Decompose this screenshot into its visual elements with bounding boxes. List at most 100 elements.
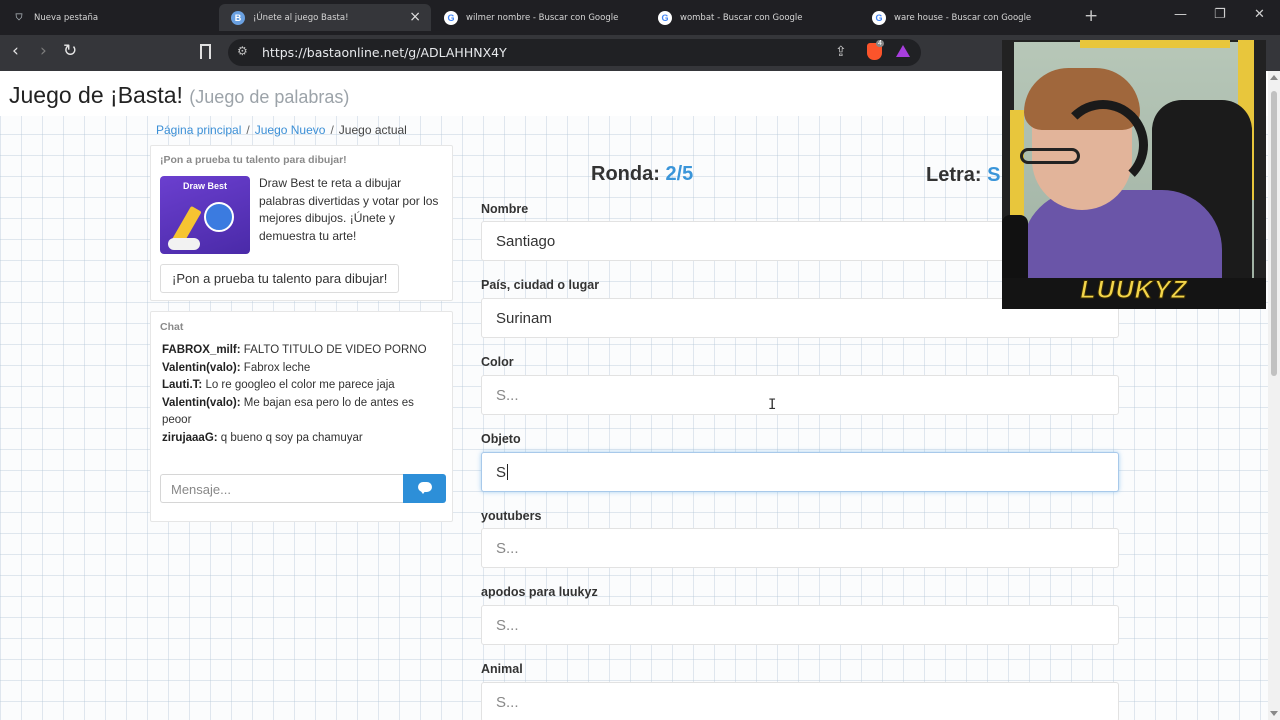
- chat-text: Fabrox leche: [240, 361, 311, 374]
- field-value-wrap: S: [496, 464, 509, 481]
- tab-wilmer[interactable]: G wilmer nombre - Buscar con Google: [432, 4, 644, 31]
- breadcrumb-home-link[interactable]: Página principal: [156, 123, 241, 137]
- site-subtitle: (Juego de palabras): [189, 87, 350, 107]
- breadcrumb-new-game-link[interactable]: Juego Nuevo: [255, 123, 326, 137]
- streamer-name: LUUKYZ: [1080, 276, 1188, 305]
- ad-image-label: Draw Best: [182, 181, 227, 191]
- tab-wombat[interactable]: G wombat - Buscar con Google: [646, 4, 858, 31]
- scroll-down-icon[interactable]: [1270, 711, 1278, 716]
- page-scrollbar[interactable]: [1268, 71, 1280, 720]
- chat-username: Valentin(valo):: [162, 361, 241, 374]
- chat-username: zirujaaaG:: [162, 431, 218, 444]
- tab-title: ¡Únete al juego Basta!: [253, 12, 349, 23]
- field-placeholder: S...: [496, 694, 519, 711]
- chat-heading: Chat: [160, 321, 184, 333]
- chat-input-placeholder: Mensaje...: [171, 482, 231, 497]
- scroll-up-icon[interactable]: [1270, 75, 1278, 80]
- close-icon[interactable]: ×: [409, 9, 421, 25]
- swirl-icon: [204, 202, 234, 232]
- reload-icon[interactable]: ↻: [63, 41, 77, 61]
- draw-best-button[interactable]: ¡Pon a prueba tu talento para dibujar!: [160, 264, 400, 293]
- close-window-icon[interactable]: ✕: [1254, 7, 1265, 22]
- comment-icon: [418, 482, 432, 494]
- tab-ware-house[interactable]: G ware house - Buscar con Google: [860, 4, 1072, 31]
- google-icon: G: [444, 10, 458, 25]
- letter-label: Letra:: [926, 164, 982, 186]
- objeto-input[interactable]: S: [481, 452, 1119, 492]
- maximize-icon[interactable]: ❐: [1214, 7, 1226, 22]
- share-icon[interactable]: ⇪: [835, 43, 847, 60]
- field-placeholder: S...: [496, 387, 519, 404]
- chat-message: zirujaaaG: q bueno q soy pa chamuyar: [162, 430, 437, 448]
- new-tab-button[interactable]: +: [1084, 6, 1098, 26]
- google-icon: G: [658, 10, 672, 25]
- shield-icon: ⛉: [15, 12, 23, 22]
- cloud-icon: [168, 238, 200, 250]
- tab-title: wombat - Buscar con Google: [680, 12, 803, 23]
- chat-username: Lauti.T:: [162, 379, 203, 392]
- chat-send-button[interactable]: [403, 474, 446, 503]
- site-title-text: Juego de ¡Basta!: [9, 82, 183, 108]
- animal-input[interactable]: S...: [481, 682, 1119, 720]
- youtubers-input[interactable]: S...: [481, 528, 1119, 568]
- url-text[interactable]: https://bastaonline.net/g/ADLAHHNX4Y: [262, 45, 507, 60]
- chat-message: Valentin(valo): Me bajan esa pero lo de …: [162, 395, 437, 430]
- minimize-icon[interactable]: —: [1174, 7, 1187, 22]
- ad-description: Draw Best te reta a dibujar palabras div…: [259, 176, 439, 243]
- apodos-input[interactable]: S...: [481, 605, 1119, 645]
- chat-username: Valentin(valo):: [162, 396, 241, 409]
- brave-shields-icon[interactable]: 4: [867, 40, 884, 60]
- tab-basta[interactable]: B ¡Únete al juego Basta! ×: [219, 4, 431, 31]
- forward-icon[interactable]: ›: [40, 41, 47, 61]
- tab-title: ware house - Buscar con Google: [894, 12, 1032, 23]
- headphones: [1058, 100, 1148, 190]
- site-settings-icon[interactable]: ⚙: [237, 44, 248, 58]
- field-label-nombre: Nombre: [481, 202, 529, 216]
- chat-text: q bueno q soy pa chamuyar: [217, 431, 363, 444]
- round-value: 2/5: [665, 163, 694, 185]
- chat-text: FALTO TITULO DE VIDEO PORNO: [240, 344, 427, 356]
- field-placeholder: S...: [496, 540, 519, 557]
- field-label-youtubers: youtubers: [481, 509, 542, 523]
- back-icon[interactable]: ‹: [12, 41, 19, 61]
- field-value: Santiago: [496, 233, 556, 250]
- chat-message: Lauti.T: Lo re googleo el color me parec…: [162, 377, 437, 395]
- chat-username: FABROX_milf:: [162, 344, 241, 356]
- field-label-color: Color: [481, 355, 514, 369]
- site-title[interactable]: Juego de ¡Basta! (Juego de palabras): [9, 82, 349, 109]
- ibeam-cursor-icon: I: [768, 397, 777, 413]
- breadcrumb-separator: /: [330, 123, 334, 137]
- breadcrumb-current: Juego actual: [338, 123, 407, 137]
- field-placeholder: S...: [496, 617, 519, 634]
- chat-message-list: FABROX_milf: FALTO TITULO DE VIDEO PORNO…: [162, 342, 437, 448]
- basta-icon: B: [231, 10, 245, 25]
- address-bar[interactable]: ⚙ https://bastaonline.net/g/ADLAHHNX4Y ⇪…: [228, 39, 921, 66]
- brave-rewards-icon[interactable]: [896, 45, 910, 57]
- draw-best-image[interactable]: Draw Best: [160, 176, 250, 254]
- field-label-animal: Animal: [481, 662, 523, 676]
- field-label-objeto: Objeto: [481, 432, 521, 446]
- chat-message-input[interactable]: Mensaje...: [160, 474, 403, 503]
- google-icon: G: [872, 10, 886, 25]
- round-label: Ronda:: [591, 163, 660, 185]
- webcam-frame-top: [1080, 40, 1230, 48]
- breadcrumb: Página principal / Juego Nuevo / Juego actua…: [156, 123, 407, 137]
- field-label-apodos: apodos para luukyz: [481, 585, 598, 599]
- round-indicator: Ronda: 2/5: [591, 163, 693, 186]
- bookmark-icon[interactable]: [200, 44, 211, 59]
- brave-badge: 4: [876, 40, 884, 47]
- microphone: [1002, 215, 1028, 285]
- tab-title: Nueva pestaña: [34, 12, 99, 23]
- chat-message: FABROX_milf: FALTO TITULO DE VIDEO PORNO: [162, 342, 437, 360]
- letter-value: S: [987, 164, 1001, 186]
- tab-nueva-pestana[interactable]: ⛉ Nueva pestaña: [0, 4, 218, 31]
- browser-tab-strip: ⛉ Nueva pestaña B ¡Únete al juego Basta!…: [0, 0, 1280, 35]
- ad-heading: ¡Pon a prueba tu talento para dibujar!: [160, 154, 347, 166]
- field-label-pais: País, ciudad o lugar: [481, 278, 600, 292]
- tab-title: wilmer nombre - Buscar con Google: [466, 12, 619, 23]
- color-input[interactable]: S...: [481, 375, 1119, 415]
- letter-indicator: Letra: S: [926, 164, 1000, 187]
- scrollbar-thumb[interactable]: [1271, 91, 1277, 376]
- chat-text: Lo re googleo el color me parece jaja: [202, 379, 395, 392]
- text-caret: [507, 464, 509, 480]
